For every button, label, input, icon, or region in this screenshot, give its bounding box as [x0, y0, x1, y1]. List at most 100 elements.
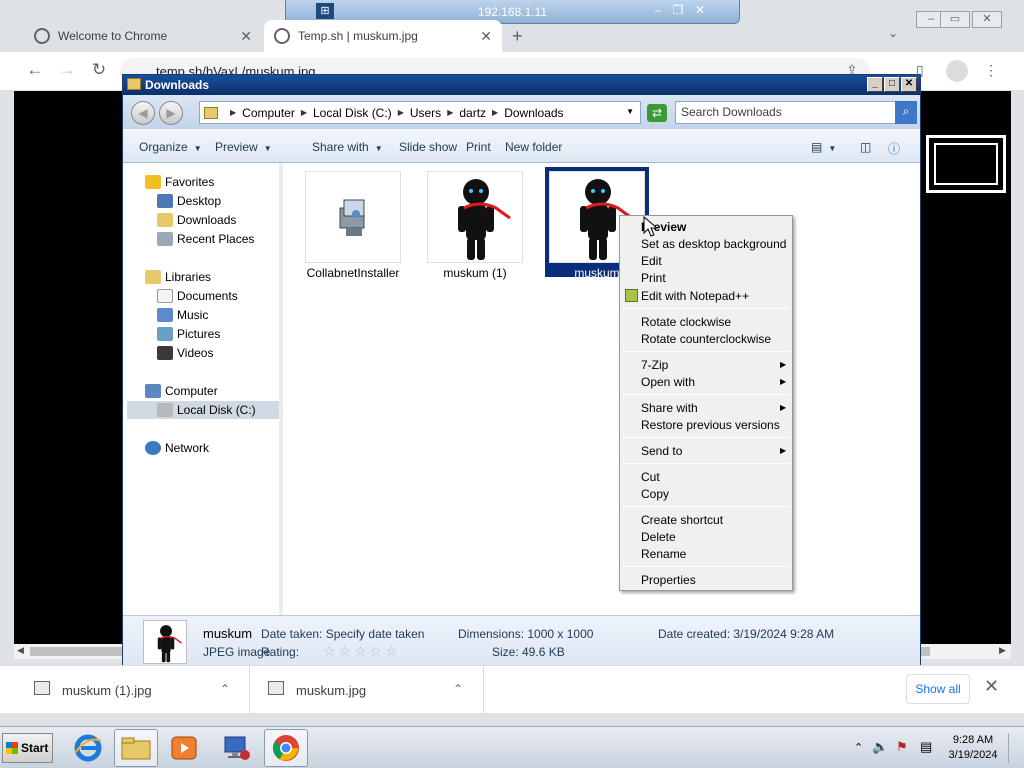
- nav-downloads[interactable]: Downloads: [157, 211, 236, 229]
- breadcrumb[interactable]: ▶ Computer ▶ Local Disk (C:) ▶ Users ▶ d…: [199, 101, 641, 124]
- forward-button[interactable]: ▶: [159, 101, 183, 125]
- nav-computer[interactable]: Computer: [145, 382, 218, 400]
- menu-item-edit-notepad[interactable]: Edit with Notepad++: [641, 289, 749, 303]
- menu-item-cut[interactable]: Cut: [641, 470, 660, 484]
- back-icon[interactable]: ←: [24, 60, 46, 80]
- internet-explorer-icon[interactable]: [66, 729, 110, 767]
- menu-item-rotate-counterclockwise[interactable]: Rotate counterclockwise: [641, 332, 771, 346]
- clock-time[interactable]: 9:28 AM: [944, 734, 1002, 746]
- nav-libraries[interactable]: Libraries: [145, 268, 211, 286]
- nav-network[interactable]: Network: [145, 439, 209, 457]
- menu-separator: [623, 463, 789, 464]
- remote-desktop-icon[interactable]: [214, 729, 258, 767]
- menu-item-set-desktop-background[interactable]: Set as desktop background: [641, 237, 786, 251]
- show-desktop-button[interactable]: [1008, 733, 1020, 763]
- tab-close-icon[interactable]: ✕: [480, 28, 492, 45]
- nav-favorites[interactable]: Favorites: [145, 173, 214, 191]
- nav-music[interactable]: Music: [157, 306, 208, 324]
- help-icon[interactable]: ⓘ: [888, 140, 900, 157]
- scroll-right-icon[interactable]: ▶: [999, 645, 1006, 656]
- file-item[interactable]: muskum (1): [423, 171, 527, 280]
- search-icon[interactable]: ⌕: [895, 101, 917, 124]
- file-item[interactable]: CollabnetInstaller: [301, 171, 405, 280]
- breadcrumb-item[interactable]: Local Disk (C:): [313, 106, 392, 120]
- scroll-left-icon[interactable]: ◀: [17, 645, 24, 656]
- volume-icon[interactable]: 🔈: [872, 739, 888, 755]
- menu-item-send-to[interactable]: Send to: [641, 444, 682, 458]
- breadcrumb-item[interactable]: Downloads: [504, 106, 563, 120]
- menu-item-rotate-clockwise[interactable]: Rotate clockwise: [641, 315, 731, 329]
- menu-item-delete[interactable]: Delete: [641, 530, 676, 544]
- chevron-up-icon[interactable]: ⌃: [220, 682, 230, 696]
- close-button[interactable]: ✕: [972, 11, 1002, 28]
- explorer-title-bar[interactable]: Downloads _ □ ✕: [123, 75, 920, 95]
- nav-desktop[interactable]: Desktop: [157, 192, 221, 210]
- refresh-icon[interactable]: ⇄: [647, 104, 667, 122]
- explorer-maximize-button[interactable]: □: [884, 77, 900, 92]
- views-icon[interactable]: ▤ ▼: [811, 140, 836, 154]
- menu-icon[interactable]: ⋮: [984, 62, 998, 79]
- nav-videos[interactable]: Videos: [157, 344, 213, 362]
- tab-welcome[interactable]: Welcome to Chrome ✕: [24, 20, 262, 52]
- preview-button[interactable]: Preview ▼: [215, 140, 272, 154]
- download-item[interactable]: muskum (1).jpg ⌃: [0, 666, 250, 714]
- print-button[interactable]: Print: [466, 140, 491, 154]
- menu-item-create-shortcut[interactable]: Create shortcut: [641, 513, 723, 527]
- organize-button[interactable]: Organize ▼: [139, 140, 202, 154]
- menu-item-properties[interactable]: Properties: [641, 573, 696, 587]
- tab-close-icon[interactable]: ✕: [240, 28, 252, 45]
- nav-recent-places[interactable]: Recent Places: [157, 230, 254, 248]
- chevron-down-icon[interactable]: ▼: [626, 107, 634, 116]
- show-all-button[interactable]: Show all: [906, 674, 970, 704]
- details-thumbnail: [143, 620, 187, 664]
- menu-item-restore-previous-versions[interactable]: Restore previous versions: [641, 418, 780, 432]
- reload-icon[interactable]: ↻: [88, 60, 110, 80]
- nav-documents[interactable]: Documents: [157, 287, 238, 305]
- tab-temp-sh[interactable]: Temp.sh | muskum.jpg ✕: [264, 20, 502, 52]
- rating-stars[interactable]: ☆☆☆☆☆: [323, 643, 401, 660]
- forward-icon[interactable]: →: [56, 60, 78, 80]
- breadcrumb-item[interactable]: Users: [410, 106, 441, 120]
- downloads-folder-icon: [157, 213, 173, 227]
- chevron-up-icon[interactable]: ⌃: [453, 682, 463, 696]
- start-button[interactable]: Start: [2, 733, 53, 763]
- download-item[interactable]: muskum.jpg ⌃: [250, 666, 484, 714]
- share-with-button[interactable]: Share with ▼: [312, 140, 383, 154]
- new-tab-button[interactable]: +: [512, 26, 523, 47]
- clock-date[interactable]: 3/19/2024: [944, 749, 1002, 761]
- profile-avatar[interactable]: [946, 60, 968, 82]
- slide-show-button[interactable]: Slide show: [399, 140, 457, 154]
- explorer-close-button[interactable]: ✕: [901, 77, 917, 92]
- details-date-taken[interactable]: Date taken: Specify date taken: [261, 627, 424, 641]
- show-hidden-icons[interactable]: ⌃: [854, 741, 863, 754]
- chrome-icon[interactable]: [264, 729, 308, 767]
- submenu-arrow-icon: ▶: [780, 360, 787, 369]
- media-player-icon[interactable]: [162, 729, 206, 767]
- network-tray-icon[interactable]: ▤: [920, 739, 932, 755]
- breadcrumb-item[interactable]: dartz: [459, 106, 486, 120]
- mouse-cursor-icon: [643, 216, 659, 237]
- menu-item-share-with[interactable]: Share with: [641, 401, 698, 415]
- new-folder-button[interactable]: New folder: [505, 140, 562, 154]
- menu-item-open-with[interactable]: Open with: [641, 375, 695, 389]
- breadcrumb-item[interactable]: Computer: [242, 106, 295, 120]
- menu-item-7zip[interactable]: 7-Zip: [641, 358, 668, 372]
- menu-item-copy[interactable]: Copy: [641, 487, 669, 501]
- file-explorer-icon[interactable]: [114, 729, 158, 767]
- close-icon[interactable]: ✕: [984, 676, 999, 697]
- back-button[interactable]: ◀: [131, 101, 155, 125]
- menu-item-edit[interactable]: Edit: [641, 254, 662, 268]
- preview-pane-icon[interactable]: ◫: [860, 140, 871, 154]
- image-file-icon: [34, 681, 50, 695]
- explorer-minimize-button[interactable]: _: [867, 77, 883, 92]
- file-name: muskum (1): [443, 266, 507, 280]
- menu-item-rename[interactable]: Rename: [641, 547, 686, 561]
- nav-local-disk[interactable]: Local Disk (C:): [127, 401, 279, 419]
- search-input[interactable]: Search Downloads ⌕: [675, 101, 917, 124]
- tab-search-icon[interactable]: ⌄: [888, 26, 898, 40]
- menu-item-print[interactable]: Print: [641, 271, 666, 285]
- maximize-button[interactable]: ▭: [940, 11, 970, 28]
- action-center-icon[interactable]: ⚑: [896, 739, 908, 755]
- details-date-created: Date created: 3/19/2024 9:28 AM: [658, 627, 835, 641]
- nav-pictures[interactable]: Pictures: [157, 325, 220, 343]
